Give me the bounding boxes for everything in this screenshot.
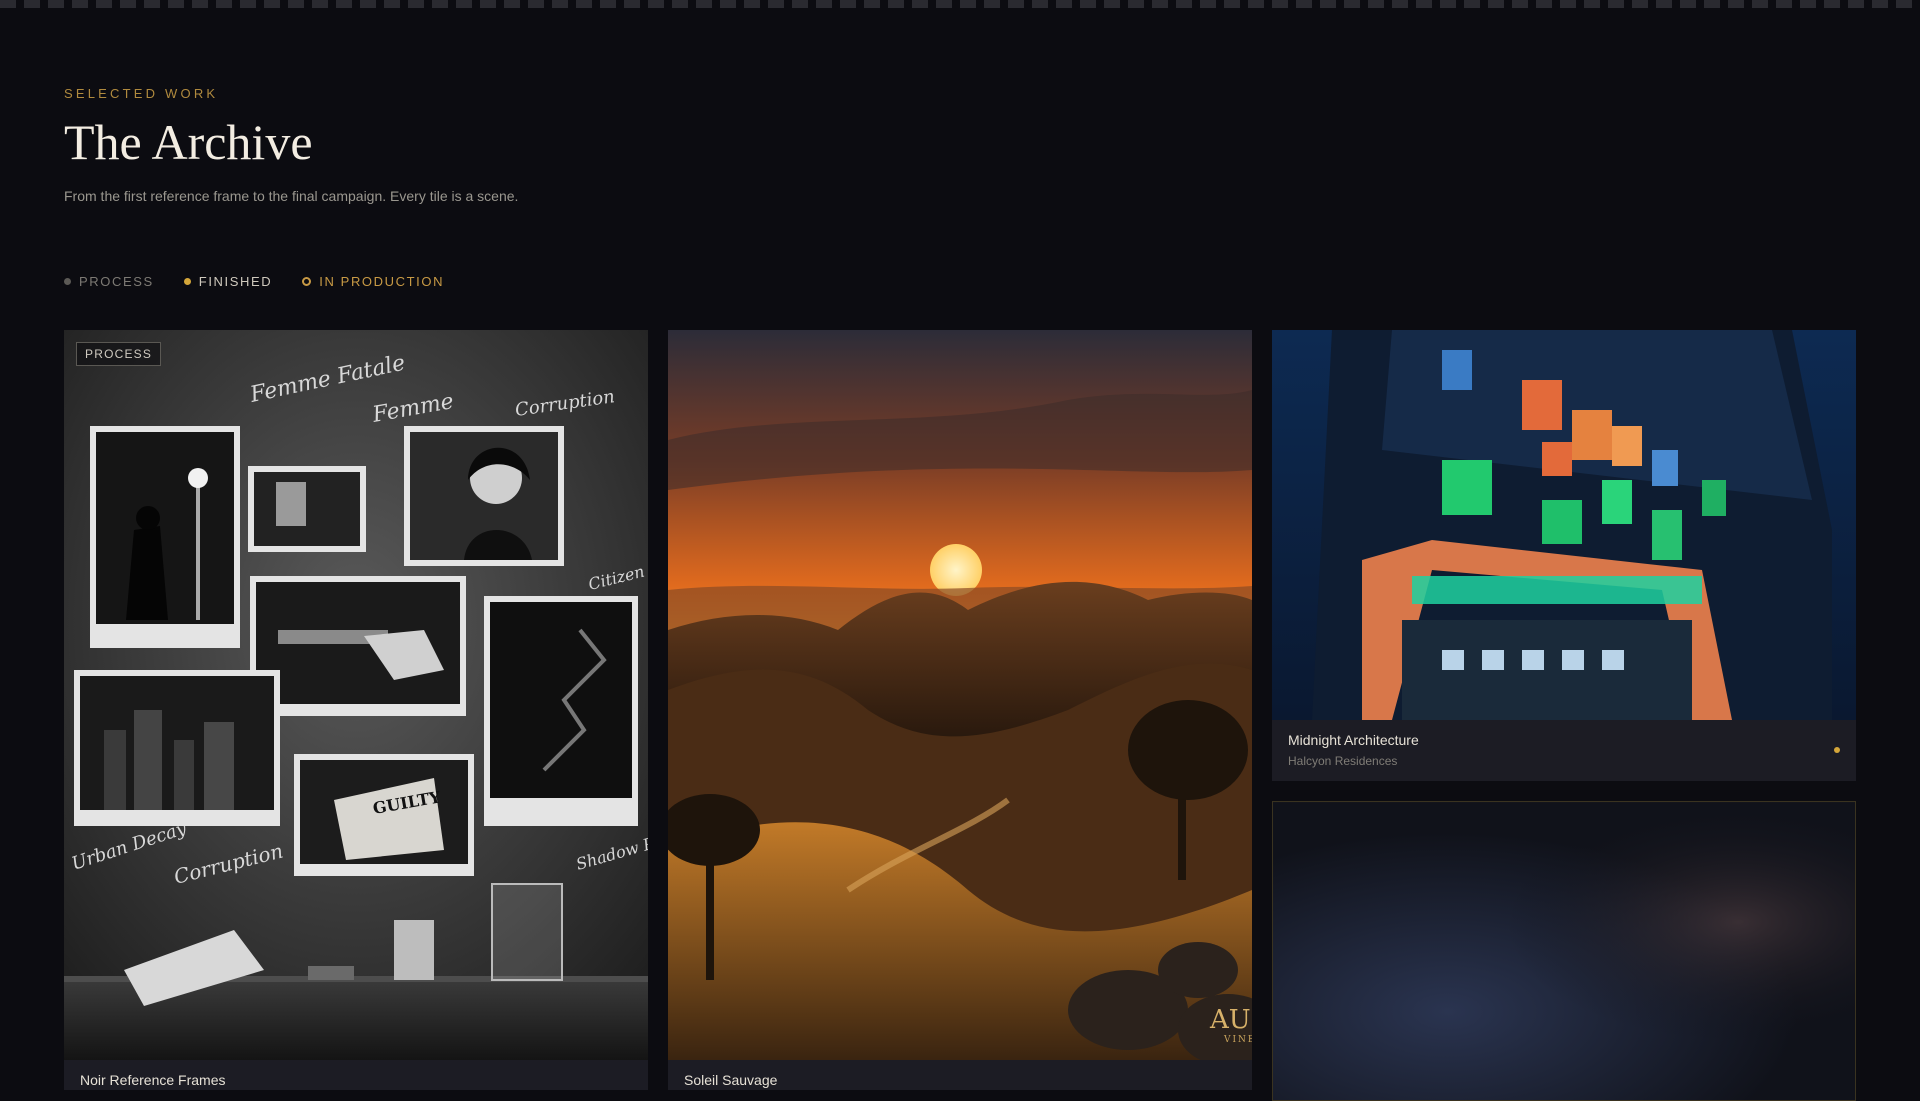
- midnight-architecture-image: [1272, 330, 1856, 720]
- tile-title: Noir Reference Frames: [80, 1072, 226, 1088]
- tile-title: Soleil Sauvage: [684, 1072, 778, 1088]
- archive-tile-noir[interactable]: Femme Fatale Femme Corruption Citizen Pl…: [64, 330, 648, 1090]
- svg-text:AUI: AUI: [1209, 1005, 1252, 1035]
- blurred-preview-image: [1273, 802, 1855, 1100]
- film-strip-border: [0, 0, 1920, 8]
- tile-caption: Midnight Architecture Halcyon Residences: [1272, 720, 1856, 781]
- sunset-landscape-image: AUI VINE: [668, 330, 1252, 1060]
- tile-caption: Soleil Sauvage: [668, 1060, 1252, 1090]
- filter-in-production-label: IN PRODUCTION: [319, 274, 445, 289]
- filter-process[interactable]: PROCESS: [64, 274, 154, 289]
- filter-legend: PROCESS FINISHED IN PRODUCTION: [64, 274, 444, 289]
- tile-title: Midnight Architecture: [1288, 732, 1419, 748]
- noir-moodboard-image: Femme Fatale Femme Corruption Citizen Pl…: [64, 330, 648, 1060]
- archive-tile-soleil[interactable]: AUI VINE Soleil Sauvage: [668, 330, 1252, 1090]
- process-dot-icon: [64, 278, 71, 285]
- filter-finished[interactable]: FINISHED: [183, 274, 273, 289]
- filter-process-label: PROCESS: [79, 274, 154, 289]
- filter-in-production[interactable]: IN PRODUCTION: [302, 274, 444, 289]
- finished-dot-icon: [183, 278, 191, 285]
- in-production-ring-icon: [302, 277, 312, 286]
- svg-text:VINE: VINE: [1223, 1035, 1252, 1045]
- section-eyebrow: SELECTED WORK: [64, 86, 219, 101]
- process-badge: PROCESS: [76, 342, 162, 366]
- page-subtitle: From the first reference frame to the fi…: [64, 188, 519, 204]
- archive-tile-midnight-architecture[interactable]: Midnight Architecture Halcyon Residences: [1272, 330, 1856, 781]
- archive-header: SELECTED WORK The Archive From the first…: [64, 86, 964, 204]
- tile-caption: Noir Reference Frames: [64, 1060, 648, 1090]
- finished-status-dot-icon: [1834, 747, 1840, 753]
- page-title: The Archive: [64, 114, 313, 170]
- archive-tile-loading[interactable]: [1272, 801, 1856, 1101]
- tile-subtitle: Halcyon Residences: [1288, 754, 1398, 768]
- filter-finished-label: FINISHED: [198, 274, 273, 289]
